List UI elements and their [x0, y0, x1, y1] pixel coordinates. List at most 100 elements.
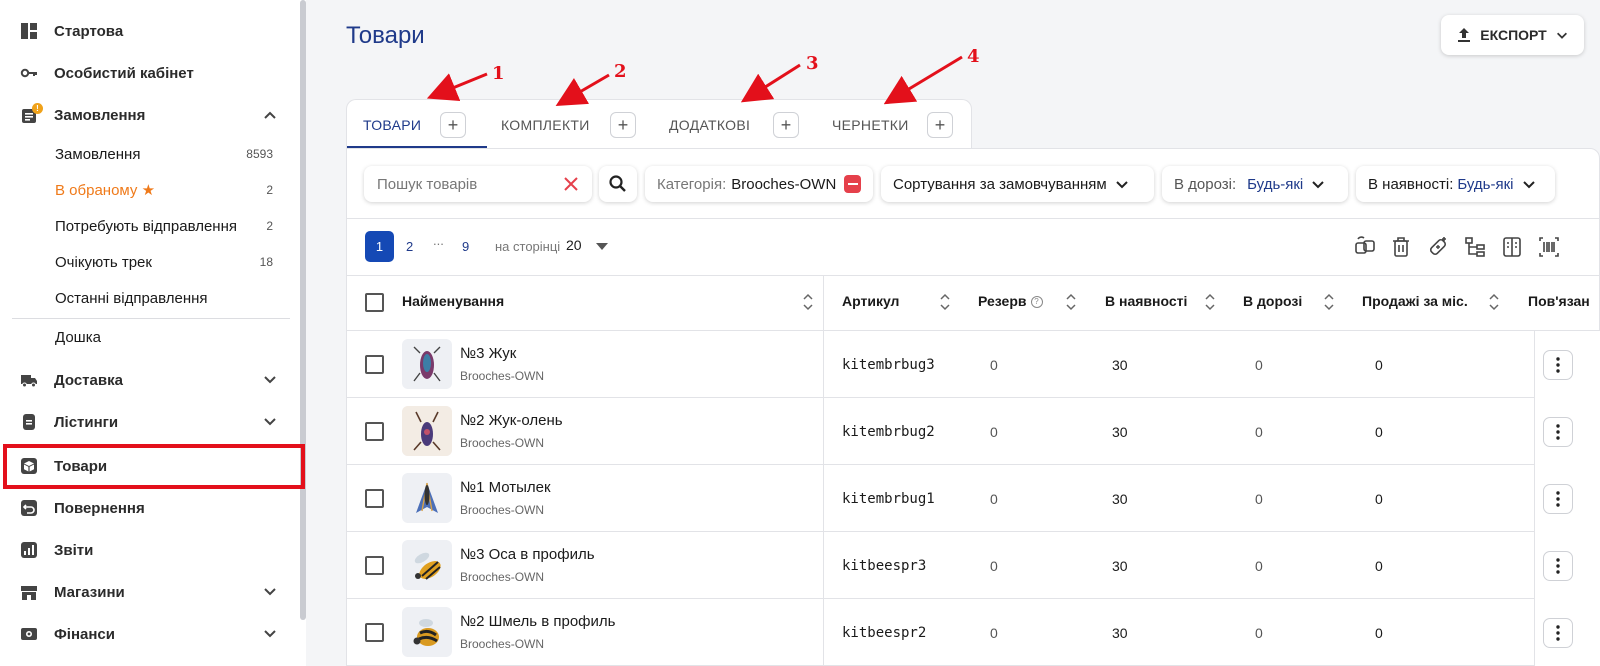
per-page-select[interactable]: 20: [566, 237, 582, 253]
column-header-reserve[interactable]: Резерв?: [978, 293, 1043, 309]
export-button[interactable]: ЕКСПОРТ: [1441, 15, 1584, 55]
sort-icon[interactable]: [1489, 293, 1499, 311]
sort-icon[interactable]: [1205, 293, 1215, 311]
bandage-plus-icon[interactable]: [1426, 235, 1450, 259]
sort-icon[interactable]: [1324, 293, 1334, 311]
sidebar-scrollbar[interactable]: [300, 0, 306, 620]
plus-icon: +: [780, 114, 792, 135]
chevron-down-icon[interactable]: [262, 414, 278, 430]
add-product-button[interactable]: +: [440, 112, 466, 138]
search-button[interactable]: [599, 166, 637, 202]
row-menu-button[interactable]: [1543, 551, 1573, 581]
product-sku: kitembrbug2: [842, 424, 935, 440]
select-all-checkbox[interactable]: [365, 293, 384, 312]
sort-dropdown[interactable]: Сортування за замовчуванням: [881, 166, 1154, 202]
sidebar-item-orders[interactable]: ! Замовлення: [0, 94, 300, 136]
sidebar-subitem-need-shipping[interactable]: Потребують відправлення 2: [55, 208, 273, 244]
row-menu-button[interactable]: [1543, 417, 1573, 447]
tab-drafts[interactable]: ЧЕРНЕТКИ: [832, 100, 909, 150]
help-icon[interactable]: ?: [1030, 296, 1043, 309]
product-thumbnail[interactable]: [402, 339, 452, 389]
row-checkbox[interactable]: [365, 556, 384, 575]
in-stock-value: 30: [1112, 625, 1128, 641]
row-checkbox[interactable]: [365, 355, 384, 374]
product-name[interactable]: №3 Оса в профиль: [460, 546, 595, 563]
sidebar-item-account[interactable]: Особистий кабінет: [0, 52, 300, 94]
sidebar-item-shops[interactable]: Магазини: [0, 571, 300, 613]
link-products-icon[interactable]: [1353, 235, 1377, 259]
sidebar-subitem-recent-shipments[interactable]: Останні відправлення: [55, 280, 273, 316]
sidebar-item-listings[interactable]: Лістинги: [0, 401, 300, 443]
in-stock-filter[interactable]: В наявності: Будь-які: [1356, 166, 1555, 202]
tab-additional[interactable]: ДОДАТКОВІ: [669, 100, 750, 150]
sidebar-item-reports[interactable]: Звіти: [0, 529, 300, 571]
store-icon: [20, 583, 38, 601]
product-name[interactable]: №2 Шмель в профиль: [460, 613, 615, 630]
sidebar-subitem-favorites[interactable]: В обраному ★ 2: [55, 172, 273, 208]
tab-kits[interactable]: КОМПЛЕКТИ: [501, 100, 590, 150]
chevron-down-icon[interactable]: [262, 626, 278, 642]
sidebar-subitem-awaiting-track[interactable]: Очікують трек 18: [55, 244, 273, 280]
sort-icon[interactable]: [940, 293, 950, 311]
sidebar-item-home[interactable]: Стартова: [0, 10, 300, 52]
sort-icon[interactable]: [803, 293, 813, 311]
products-panel: [346, 148, 1600, 666]
product-thumbnail[interactable]: [402, 473, 452, 523]
search-field[interactable]: [364, 166, 592, 202]
chevron-down-icon[interactable]: [262, 372, 278, 388]
sidebar-item-delivery[interactable]: Доставка: [0, 359, 300, 401]
barcode-icon[interactable]: [1537, 235, 1561, 259]
clear-icon[interactable]: [562, 175, 580, 193]
column-header-sku[interactable]: Артикул: [842, 293, 899, 309]
page-button-current[interactable]: 1: [365, 231, 394, 262]
sidebar-item-finance[interactable]: Фінанси: [0, 613, 300, 655]
column-header-in-transit[interactable]: В дорозі: [1243, 293, 1302, 309]
sort-icon[interactable]: [1066, 293, 1076, 311]
row-menu-button[interactable]: [1543, 484, 1573, 514]
product-thumbnail[interactable]: [402, 406, 452, 456]
divider: [347, 464, 1600, 465]
hierarchy-icon[interactable]: [1463, 235, 1487, 259]
column-header-name[interactable]: Найменування: [402, 293, 504, 309]
remove-filter-icon[interactable]: [844, 175, 861, 193]
sidebar-subitem-board[interactable]: Дошка: [55, 319, 273, 355]
search-input[interactable]: [377, 175, 557, 193]
annotation-label-1: 1: [492, 63, 505, 84]
chevron-up-icon[interactable]: [262, 107, 278, 123]
page-button-2[interactable]: 2: [406, 231, 413, 262]
more-vertical-icon: [1556, 424, 1560, 440]
chevron-down-icon[interactable]: [262, 584, 278, 600]
subitem-count: 8593: [246, 147, 273, 161]
chevron-down-icon: [1116, 181, 1128, 189]
trash-icon[interactable]: [1389, 235, 1413, 259]
row-menu-button[interactable]: [1543, 350, 1573, 380]
filter-label: В наявності:: [1368, 175, 1454, 193]
column-header-sales-month[interactable]: Продажі за міс.: [1362, 293, 1468, 309]
column-header-in-stock[interactable]: В наявності: [1105, 293, 1187, 309]
product-name[interactable]: №3 Жук: [460, 345, 516, 362]
tab-products[interactable]: ТОВАРИ: [363, 100, 421, 150]
add-kit-button[interactable]: +: [610, 112, 636, 138]
product-thumbnail[interactable]: [402, 540, 452, 590]
product-sku: kitembrbug3: [842, 357, 935, 373]
caret-down-icon[interactable]: [596, 243, 608, 250]
product-name[interactable]: №2 Жук-олень: [460, 412, 563, 429]
category-filter[interactable]: Категорія: Brooches-OWN: [645, 166, 873, 202]
chevron-down-icon: [1312, 181, 1324, 189]
product-name[interactable]: №1 Мотылек: [460, 479, 551, 496]
sidebar-subitem-orders[interactable]: Замовлення 8593: [55, 136, 273, 172]
sidebar-item-returns[interactable]: Повернення: [0, 487, 300, 529]
row-menu-button[interactable]: [1543, 618, 1573, 648]
sidebar-item-label: Повернення: [54, 499, 145, 517]
product-thumbnail[interactable]: [402, 607, 452, 657]
page-button-last[interactable]: 9: [462, 231, 469, 262]
column-header-linked[interactable]: Пов'язан: [1528, 293, 1600, 309]
add-additional-button[interactable]: +: [773, 112, 799, 138]
in-transit-filter[interactable]: В дорозі: Будь-які: [1162, 166, 1348, 202]
row-checkbox[interactable]: [365, 623, 384, 642]
row-checkbox[interactable]: [365, 422, 384, 441]
row-checkbox[interactable]: [365, 489, 384, 508]
divider: [347, 397, 1600, 398]
columns-icon[interactable]: [1500, 235, 1524, 259]
add-draft-button[interactable]: +: [927, 112, 953, 138]
